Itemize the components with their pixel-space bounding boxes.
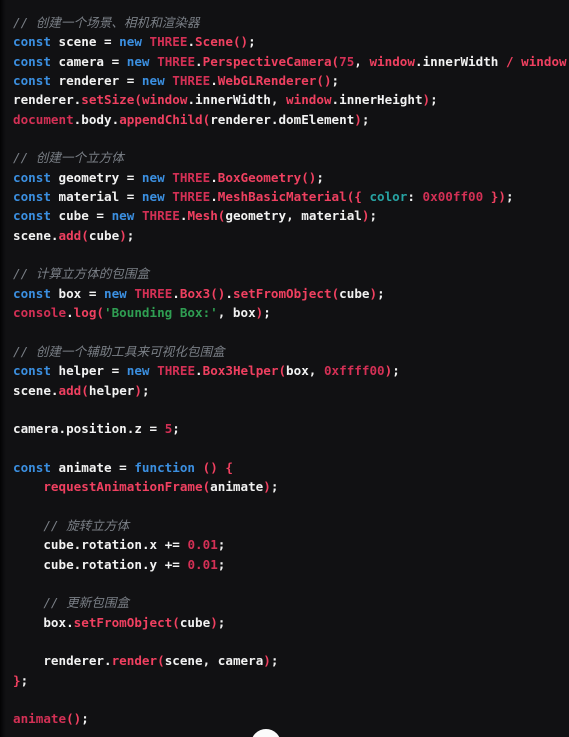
property-add-helper: add [58,382,82,398]
code-line-15: const box = new THREE.Box3().setFromObje… [13,285,385,301]
code-line-8: // 创建一个立方体 [13,148,569,167]
object-console: console [13,305,67,321]
property-webgl-renderer: WebGLRenderer [217,73,317,89]
comment-update-bbox: // 更新包围盒 [43,595,130,611]
code-line-17-blank [13,323,569,342]
code-line-3: const camera = new THREE.PerspectiveCame… [13,53,569,69]
code-line-36-blank [13,690,569,709]
comment-create-helper: // 创建一个辅助工具来可视化包围盒 [13,343,225,359]
code-line-1: // 创建一个场景、相机和渲染器 [13,13,569,32]
call-request-animation-frame: requestAnimationFrame [43,479,203,495]
property-set-from-object: setFromObject [232,285,332,301]
code-line-7-blank [13,129,569,148]
code-line-23-blank [13,439,569,458]
code-line-10: const material = new THREE.MeshBasicMate… [13,189,514,205]
left-edge-shade [0,0,6,737]
comment-create-scene: // 创建一个场景、相机和渲染器 [13,15,200,30]
code-viewer[interactable]: // 创建一个场景、相机和渲染器 const scene = new THREE.… [0,0,569,737]
floating-circle-control[interactable] [251,729,281,737]
literal-cube-color: 0x00ff00 [422,189,484,205]
call-render: render [111,653,158,669]
code-line-13-blank [13,245,569,264]
string-bounding-box: 'Bounding Box:' [104,305,218,321]
code-line-22: camera.position.z = 5; [13,421,180,437]
code-line-18: // 创建一个辅助工具来可视化包围盒 [13,342,569,361]
code-line-4: const renderer = new THREE.WebGLRenderer… [13,73,340,89]
code-line-34: renderer.render(scene, camera); [13,653,279,669]
class-three: THREE [149,34,188,50]
code-line-5: renderer.setSize(window.innerWidth, wind… [13,92,438,108]
comment-rotate-cube: // 旋转立方体 [43,517,130,533]
property-set-size: setSize [81,92,135,108]
property-box3: Box3 [179,285,211,301]
call-set-from-object: setFromObject [73,614,173,630]
code-line-31: // 更新包围盒 [13,593,569,612]
code-line-33-blank [13,632,569,651]
literal-rotation-y: 0.01 [187,556,218,572]
code-line-37: animate(); [13,711,89,727]
code-content[interactable]: // 创建一个场景、相机和渲染器 const scene = new THREE.… [13,13,569,729]
code-line-29: cube.rotation.y += 0.01; [13,556,226,572]
property-append-child: appendChild [119,111,203,127]
property-log: log [73,305,97,321]
code-line-2: const scene = new THREE.Scene(); [13,34,256,50]
code-line-25: requestAnimationFrame(animate); [43,479,279,495]
comment-create-cube: // 创建一个立方体 [13,150,124,166]
code-line-12: scene.add(cube); [13,227,135,243]
property-scene: Scene [195,34,233,50]
property-mesh-basic-material: MeshBasicMaterial [217,189,347,205]
code-line-32: box.setFromObject(cube); [13,614,226,630]
code-line-28: cube.rotation.x += 0.01; [13,537,226,553]
code-line-24: const animate = function () { [13,459,233,475]
literal-fov: 75 [339,53,355,69]
property-box3-helper: Box3Helper [202,363,279,379]
property-add-cube: add [58,227,82,243]
property-box-geometry: BoxGeometry [217,169,302,185]
code-line-14: // 计算立方体的包围盒 [13,264,569,283]
literal-helper-color: 0xffff00 [323,363,385,379]
code-line-26-blank [13,497,569,516]
object-document: document [13,111,74,127]
code-line-21-blank [13,400,569,419]
keyword-const: const [13,34,51,50]
property-mesh: Mesh [187,208,218,224]
code-line-27: // 旋转立方体 [13,516,569,535]
comment-compute-bbox: // 计算立方体的包围盒 [13,266,150,282]
property-perspective-camera: PerspectiveCamera [202,53,332,69]
code-line-35: }; [13,672,29,688]
literal-rotation-x: 0.01 [187,537,218,553]
code-line-20: scene.add(helper); [13,382,150,398]
code-line-30-blank [13,574,569,593]
code-line-9: const geometry = new THREE.BoxGeometry()… [13,169,324,185]
call-animate: animate [13,711,67,727]
code-line-19: const helper = new THREE.Box3Helper(box,… [13,363,400,379]
keyword-new: new [119,34,142,50]
keyword-function: function [134,459,196,475]
code-line-6: document.body.appendChild(renderer.domEl… [13,111,370,127]
code-line-16: console.log('Bounding Box:', box); [13,305,271,321]
code-line-11: const cube = new THREE.Mesh(geometry, ma… [13,208,378,224]
object-key-color: color [369,189,408,205]
